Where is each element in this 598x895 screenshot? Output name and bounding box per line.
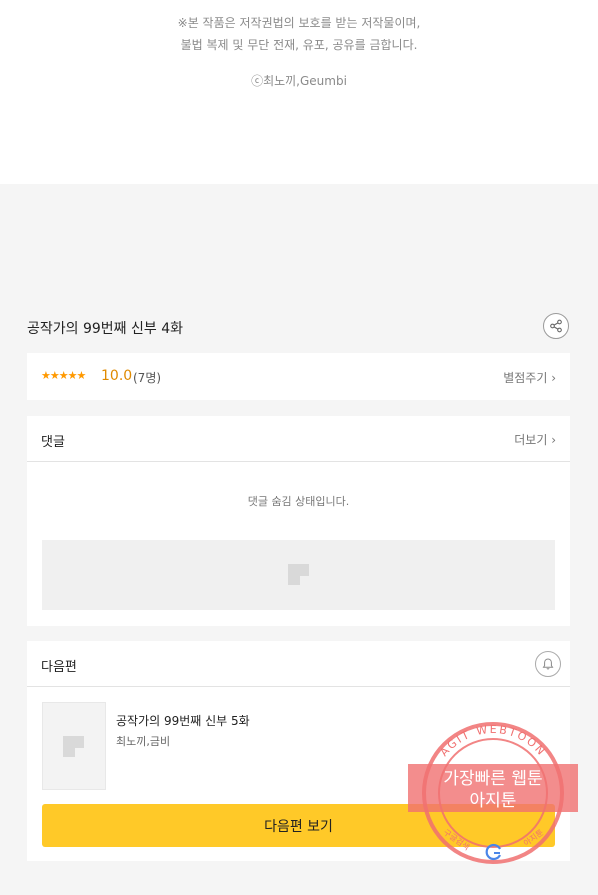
image-placeholder-icon	[288, 564, 309, 585]
next-episode-card: 다음편 공작가의 99번째 신부 5화 최노끼,금비 다음편 보기	[27, 641, 570, 861]
rating-card: ★★★★★ 10.0 (7명) 별점주기 ›	[27, 353, 570, 400]
comment-more-link[interactable]: 더보기 ›	[514, 431, 556, 448]
ad-placeholder[interactable]	[42, 540, 555, 610]
next-episode-header: 다음편	[41, 660, 77, 675]
share-button[interactable]	[543, 313, 569, 339]
next-episode-button[interactable]: 다음편 보기	[42, 804, 555, 847]
copyright-text: ⓒ최노끼,Geumbi	[251, 74, 347, 88]
comment-card: 댓글 더보기 › 댓글 숨김 상태입니다.	[27, 416, 570, 626]
rating-score: 10.0	[101, 368, 133, 384]
comment-header: 댓글	[41, 435, 65, 450]
notification-bell-button[interactable]	[535, 651, 561, 677]
next-episode-thumbnail[interactable]	[42, 702, 106, 790]
episode-title: 공작가의 99번째 신부 4화	[27, 321, 183, 337]
rating-count: (7명)	[133, 371, 162, 385]
notice-line-1: ※본 작품은 저작권법의 보호를 받는 저작물이며,	[177, 16, 421, 30]
comment-hidden-message: 댓글 숨김 상태입니다.	[247, 495, 350, 508]
star-rating-icon: ★★★★★	[41, 369, 86, 382]
rate-link[interactable]: 별점주기 ›	[503, 369, 556, 386]
next-episode-divider	[27, 686, 570, 687]
copyright-notice: ※본 작품은 저작권법의 보호를 받는 저작물이며, 불법 복제 및 무단 전재…	[0, 12, 598, 56]
next-episode-title[interactable]: 공작가의 99번째 신부 5화	[116, 712, 250, 729]
bell-icon	[542, 658, 554, 670]
next-episode-author: 최노끼,금비	[116, 735, 171, 748]
share-icon	[550, 319, 562, 333]
image-placeholder-icon	[63, 736, 84, 757]
copyright-notice-area: ※본 작품은 저작권법의 보호를 받는 저작물이며, 불법 복제 및 무단 전재…	[0, 0, 598, 184]
notice-line-2: 불법 복제 및 무단 전재, 유포, 공유를 금합니다.	[180, 38, 418, 52]
comment-divider	[27, 461, 570, 462]
